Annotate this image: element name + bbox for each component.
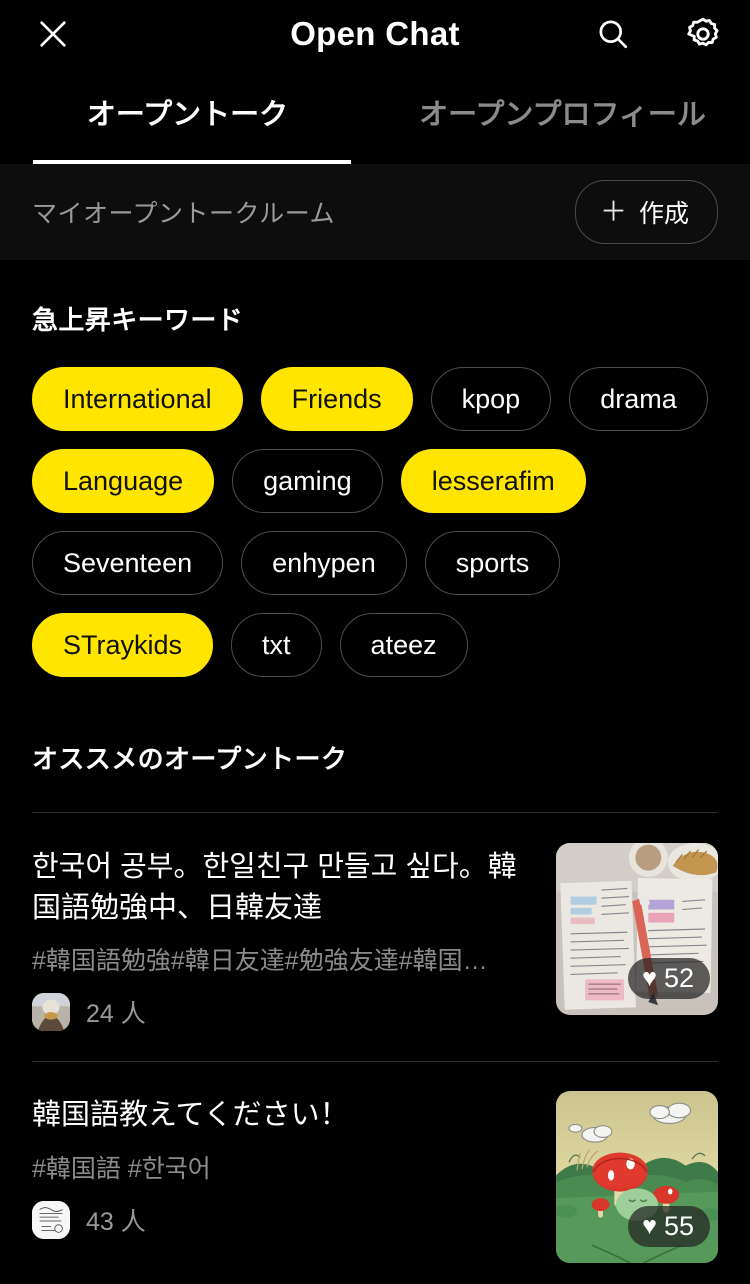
room-tags: #韓国語勉強#韓日友達#勉強友達#韓国語… — [32, 947, 512, 976]
trending-chip[interactable]: txt — [231, 613, 322, 677]
trending-chip[interactable]: kpop — [430, 367, 552, 431]
trending-section-title: 急上昇キーワード — [32, 305, 244, 335]
trending-chip[interactable]: Language — [32, 449, 215, 513]
trending-chip[interactable]: ateez — [339, 613, 468, 677]
room-list-item[interactable]: 韓国語教えてください！ #韓国語 #한국어 43 人 ♥ 55 — [0, 1061, 750, 1284]
room-list-item[interactable]: 한국어 공부。한일친구 만들고 싶다。韓国語勉強中、日韓友達 #韓国語勉強#韓日… — [0, 813, 750, 1061]
my-open-talk-room-bar: マイオープントークルーム ＋ 作成 — [0, 164, 750, 260]
trending-chip[interactable]: Seventeen — [32, 531, 224, 595]
tab-open-profile[interactable]: オープンプロフィール — [375, 68, 750, 164]
room-meta: 43 人 — [32, 1200, 534, 1239]
trending-chip[interactable]: STraykids — [32, 613, 214, 677]
like-badge: ♥ 52 — [628, 958, 710, 999]
header-actions — [590, 11, 726, 57]
avatar — [32, 993, 70, 1032]
recommended-section: オススメのオープントーク 한국어 공부。한일친구 만들고 싶다。韓国語勉強中、日… — [0, 677, 750, 1284]
app-header: Open Chat — [0, 0, 750, 68]
tab-bar: オープントーク オープンプロフィール — [0, 68, 750, 164]
trending-chip[interactable]: gaming — [232, 449, 383, 513]
trending-chip[interactable]: Friends — [260, 367, 413, 431]
trending-chip[interactable]: International — [32, 367, 243, 431]
room-title: 한국어 공부。한일친구 만들고 싶다。韓国語勉強中、日韓友達 — [32, 851, 517, 925]
create-room-label: 作成 — [638, 200, 689, 228]
create-room-button[interactable]: ＋ 作成 — [574, 180, 718, 244]
search-icon — [599, 20, 628, 49]
search-button[interactable] — [590, 11, 636, 57]
tab-open-talk[interactable]: オープントーク — [0, 68, 375, 164]
member-count: 43 人 — [86, 1207, 146, 1236]
like-badge: ♥ 55 — [628, 1206, 710, 1248]
my-room-label: マイオープントークルーム — [32, 200, 336, 228]
heart-icon: ♥ — [642, 964, 657, 992]
settings-button[interactable] — [680, 11, 726, 57]
trending-keywords-section: 急上昇キーワード International Friends kpop drama La… — [0, 260, 750, 677]
plus-icon: ＋ — [599, 196, 627, 227]
trending-chip[interactable]: drama — [569, 367, 708, 431]
active-tab-indicator — [33, 160, 351, 164]
room-thumbnail[interactable]: ♥ 55 — [556, 1091, 718, 1264]
trending-chip[interactable]: lesserafim — [400, 449, 586, 513]
trending-chip-list: International Friends kpop drama Language gam… — [0, 337, 750, 677]
room-text-block: 韓国語教えてください！ #韓国語 #한국어 43 人 — [32, 1091, 534, 1239]
recommended-room-list: 한국어 공부。한일친구 만들고 싶다。韓国語勉強中、日韓友達 #韓国語勉強#韓日… — [0, 812, 750, 1284]
room-tags: #韓国語 #한국어 — [32, 1154, 211, 1183]
room-thumbnail[interactable]: ♥ 52 — [556, 843, 718, 1015]
avatar — [32, 1200, 70, 1239]
trending-chip[interactable]: enhypen — [241, 531, 407, 595]
room-meta: 24 人 — [32, 993, 534, 1032]
like-count: 52 — [663, 963, 694, 993]
trending-chip[interactable]: sports — [424, 531, 561, 595]
gear-icon — [687, 17, 719, 47]
room-title: 韓国語教えてください！ — [32, 1099, 349, 1132]
member-count: 24 人 — [86, 1000, 146, 1029]
recommended-section-title: オススメのオープントーク — [32, 744, 348, 774]
heart-icon: ♥ — [642, 1212, 657, 1241]
like-count: 55 — [663, 1211, 694, 1242]
room-text-block: 한국어 공부。한일친구 만들고 싶다。韓国語勉強中、日韓友達 #韓国語勉強#韓日… — [32, 843, 534, 1032]
